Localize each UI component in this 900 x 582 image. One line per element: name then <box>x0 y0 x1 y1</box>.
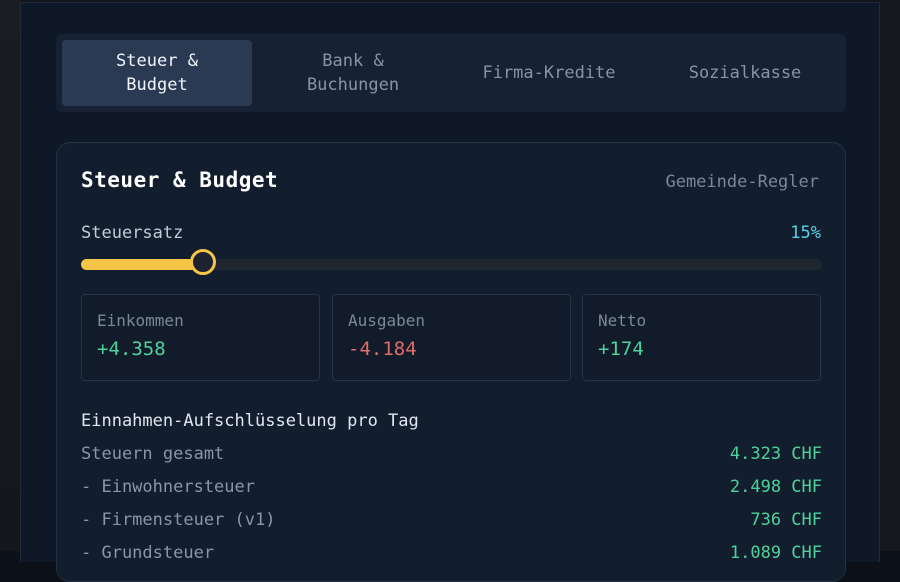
net-stat: Netto +174 <box>582 294 821 381</box>
expenses-label: Ausgaben <box>348 311 426 330</box>
tab-steuer-budget[interactable]: Steuer & Budget <box>62 40 252 106</box>
income-stat: Einkommen +4.358 <box>81 294 320 381</box>
tab-sozialkasse[interactable]: Sozialkasse <box>650 40 840 106</box>
breakdown-row-label: - Grundsteuer <box>81 543 215 563</box>
tab-bar: Steuer & Budget Bank & Buchungen Firma-K… <box>56 34 846 112</box>
breakdown-title: Einnahmen-Aufschlüsselung pro Tag <box>81 411 419 431</box>
breakdown-row-value: 4.323 CHF <box>729 444 822 464</box>
game-background-right <box>880 0 900 551</box>
game-background-left <box>0 0 20 551</box>
tab-firma-kredite[interactable]: Firma-Kredite <box>454 40 644 106</box>
card-title: Steuer & Budget <box>81 168 279 192</box>
finance-panel: Steuer & Budget Bank & Buchungen Firma-K… <box>20 2 880 582</box>
breakdown-row-value: 2.498 CHF <box>729 477 822 497</box>
tab-bank-buchungen[interactable]: Bank & Buchungen <box>258 40 448 106</box>
breakdown-row-label: - Firmensteuer (v1) <box>81 510 276 530</box>
breakdown-row-label: - Einwohnersteuer <box>81 477 255 497</box>
net-value: +174 <box>598 338 644 360</box>
breakdown-row: - Einwohnersteuer 2.498 CHF <box>81 477 822 501</box>
expenses-value: -4.184 <box>348 338 417 360</box>
breakdown-row: - Firmensteuer (v1) 736 CHF <box>81 510 822 534</box>
breakdown-row-value: 736 CHF <box>750 510 822 530</box>
breakdown-row-value: 1.089 CHF <box>729 543 822 563</box>
tax-budget-card: Steuer & Budget Gemeinde-Regler Steuersa… <box>56 142 846 582</box>
income-value: +4.358 <box>97 338 166 360</box>
tax-rate-slider-fill <box>81 259 203 270</box>
breakdown-row: Steuern gesamt 4.323 CHF <box>81 444 822 468</box>
net-label: Netto <box>598 311 647 330</box>
tax-rate-slider-thumb[interactable] <box>190 249 216 275</box>
tax-rate-label: Steuersatz <box>81 223 184 243</box>
breakdown-row-label: Steuern gesamt <box>81 444 225 464</box>
income-label: Einkommen <box>97 311 184 330</box>
tax-rate-value: 15% <box>790 223 821 243</box>
expenses-stat: Ausgaben -4.184 <box>332 294 571 381</box>
card-subtitle: Gemeinde-Regler <box>665 172 819 192</box>
breakdown-row: - Grundsteuer 1.089 CHF <box>81 543 822 567</box>
